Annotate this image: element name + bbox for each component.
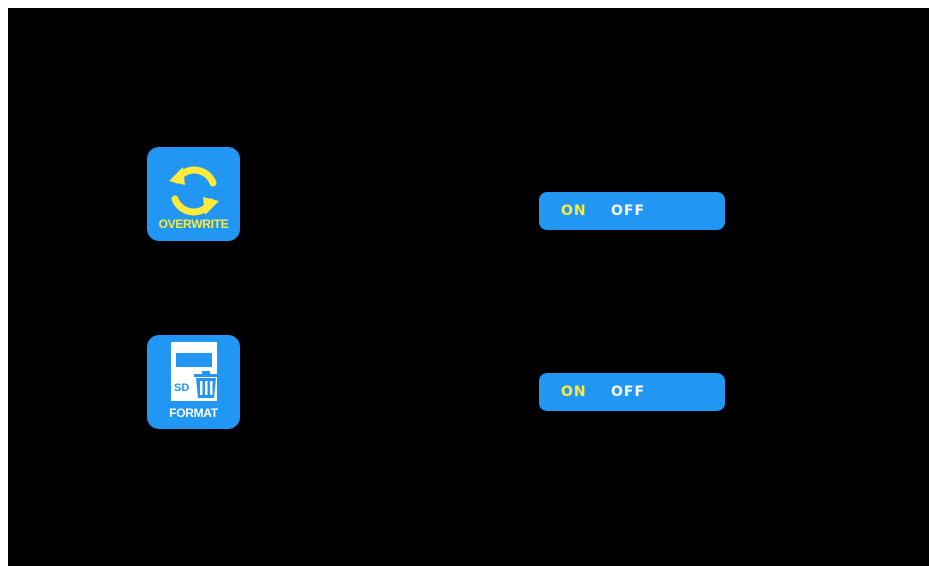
- overwrite-tile[interactable]: OVERWRITE: [147, 147, 240, 241]
- overwrite-toggle[interactable]: ON OFF: [539, 192, 725, 230]
- settings-screen: OVERWRITE ON OFF SD FORMAT ON OFF: [8, 8, 929, 566]
- format-tile[interactable]: SD FORMAT: [147, 335, 240, 429]
- overwrite-off-option[interactable]: OFF: [611, 203, 645, 219]
- overwrite-label: OVERWRITE: [158, 217, 229, 231]
- format-off-option[interactable]: OFF: [611, 384, 645, 400]
- trash-icon: [194, 371, 218, 398]
- format-on-option[interactable]: ON: [561, 384, 607, 400]
- overwrite-on-option[interactable]: ON: [561, 203, 607, 219]
- format-toggle[interactable]: ON OFF: [539, 373, 725, 411]
- sd-card-text: SD: [174, 382, 189, 394]
- format-label: FORMAT: [169, 406, 218, 420]
